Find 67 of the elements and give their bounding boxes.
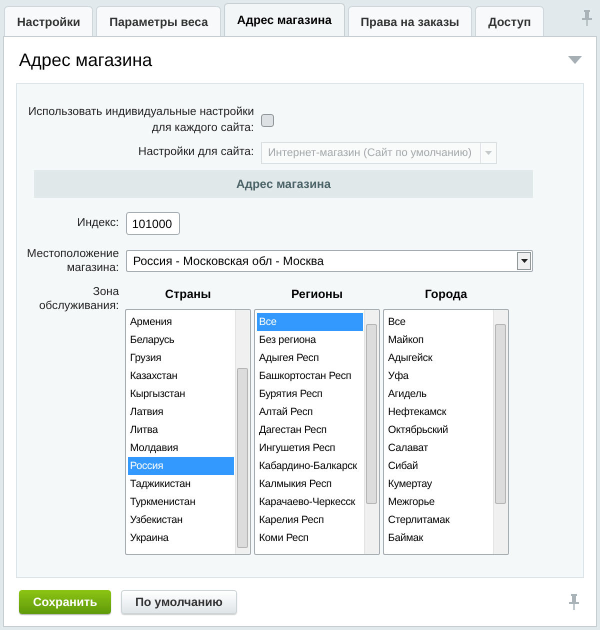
list-item[interactable]: Украина (128, 529, 234, 547)
list-heading: Страны (164, 286, 212, 303)
scrollbar[interactable] (364, 310, 379, 554)
list-item[interactable]: Узбекистан (128, 511, 234, 529)
list-item[interactable]: Карачаево-Черкесск (257, 493, 363, 511)
collapse-arrow-icon[interactable] (568, 56, 582, 64)
list-item[interactable]: Кумертау (386, 475, 492, 493)
list-box[interactable]: Армения Беларусь Грузия Казахстан Кыргызстан Латвия Литва Молдавия Россия Таджикистан Туркменистан Узбекистан Украина (125, 309, 251, 555)
list-box[interactable]: Все Майкоп Адыгейск Уфа Агидель Нефтекамск Октябрьский Салават Сибай Кумертау Межгорье Стерлитамак Баймак (383, 309, 509, 555)
location-select[interactable]: Россия - Московская обл - Москва (126, 250, 533, 272)
field-label: Настройки для сайта: (137, 145, 254, 160)
list-item[interactable]: Карелия Респ (257, 511, 363, 529)
list-item[interactable]: Баймак (386, 529, 492, 547)
list-item[interactable]: Все (386, 313, 492, 331)
dropdown-arrow-icon (485, 151, 492, 155)
list-item[interactable]: Стерлитамак (386, 511, 492, 529)
list-item[interactable]: Ингушетия Респ (257, 439, 363, 457)
field-label: Индекс: (76, 216, 119, 231)
list-item[interactable]: Уфа (386, 367, 492, 385)
default-button[interactable]: По умолчанию (121, 590, 237, 614)
list-item[interactable]: Армения (128, 313, 234, 331)
list-item[interactable]: Майкоп (386, 331, 492, 349)
list-item[interactable]: Молдавия (128, 439, 234, 457)
list-item[interactable]: Бурятия Респ (257, 385, 363, 403)
list-item[interactable]: Дагестан Респ (257, 421, 363, 439)
list-item[interactable]: Кабардино-Балкарск (257, 457, 363, 475)
list-heading: Регионы (291, 286, 343, 303)
tab[interactable]: Адрес магазина (224, 3, 345, 36)
section-header: Адрес магазина (34, 170, 533, 198)
field-label: Использовать индивидуальные настройки для каждого сайта: (27, 105, 254, 136)
list-item[interactable]: Без региона (257, 331, 363, 349)
tab[interactable]: Параметры веса (96, 6, 222, 36)
scrollbar[interactable] (493, 310, 508, 554)
list-item[interactable]: Алтай Респ (257, 403, 363, 421)
dropdown-arrow-icon (520, 259, 528, 263)
list-item[interactable]: Грузия (128, 349, 234, 367)
list-item[interactable]: Адыгея Респ (257, 349, 363, 367)
index-field[interactable]: 101000 (126, 212, 180, 235)
panel-title: Адрес магазина (19, 48, 152, 72)
list-item[interactable]: Салават (386, 439, 492, 457)
list-item[interactable]: Латвия (128, 403, 234, 421)
tab[interactable]: Доступ (475, 6, 544, 36)
list-box[interactable]: Все Без региона Адыгея Респ Башкортостан Респ Бурятия Респ Алтай Респ Дагестан Респ Ингушетия Респ Кабардино-Балкарск Калмыкия Респ Карачаево-Черкесск Карелия Респ Коми Респ (254, 309, 380, 555)
pin-icon[interactable] (569, 594, 579, 610)
list-item[interactable]: Агидель (386, 385, 492, 403)
list-item[interactable]: Межгорье (386, 493, 492, 511)
list-item[interactable]: Коми Респ (257, 529, 363, 547)
list-item[interactable]: Казахстан (128, 367, 234, 385)
field-label: Местоположение магазина: (26, 247, 119, 275)
list-item[interactable]: Башкортостан Респ (257, 367, 363, 385)
pin-icon[interactable] (582, 10, 592, 26)
field-label: Зона обслуживания: (38, 285, 119, 313)
list-item[interactable]: Нефтекамск (386, 403, 492, 421)
scrollbar[interactable] (235, 310, 250, 554)
checkbox[interactable] (261, 114, 274, 126)
list-item[interactable]: Таджикистан (128, 475, 234, 493)
list-item[interactable]: Сибай (386, 457, 492, 475)
tab[interactable]: Права на заказы (348, 6, 472, 36)
tab[interactable]: Настройки (4, 6, 94, 36)
list-item[interactable]: Калмыкия Респ (257, 475, 363, 493)
list-item[interactable]: Литва (128, 421, 234, 439)
list-item[interactable]: Октябрьский (386, 421, 492, 439)
list-heading: Города (424, 286, 468, 303)
list-item[interactable]: Беларусь (128, 331, 234, 349)
list-item[interactable]: Адыгейск (386, 349, 492, 367)
list-item[interactable]: Туркменистан (128, 493, 234, 511)
list-item[interactable]: Кыргызстан (128, 385, 234, 403)
